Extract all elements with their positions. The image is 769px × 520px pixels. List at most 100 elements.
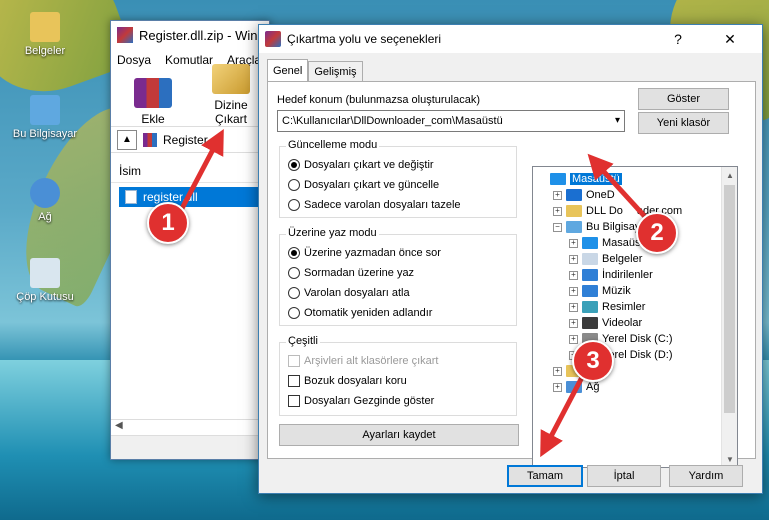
new-folder-button[interactable]: Yeni klasör xyxy=(638,112,729,134)
save-settings-button[interactable]: Ayarları kaydet xyxy=(279,424,519,446)
expand-icon[interactable]: + xyxy=(553,190,562,200)
extract-to-button-label: Dizine Çıkart xyxy=(214,98,248,126)
column-header-name[interactable]: İsim xyxy=(111,159,269,183)
checkbox-icon xyxy=(288,375,300,387)
folder-icon xyxy=(566,381,582,393)
collapse-icon[interactable]: − xyxy=(553,222,562,232)
cancel-button[interactable]: İptal xyxy=(587,465,661,487)
desktop-icon-label: Belgeler xyxy=(24,45,66,57)
destination-path-combo[interactable]: C:\Kullanıcılar\DllDownloader_com\Masaüs… xyxy=(277,110,625,132)
expand-icon[interactable]: + xyxy=(569,302,578,312)
expand-icon[interactable]: + xyxy=(569,254,578,264)
update-option-refresh-existing[interactable]: Sadece varolan dosyaları tazele xyxy=(288,197,461,213)
update-mode-group: Güncelleme modu Dosyaları çıkart ve deği… xyxy=(279,139,517,218)
update-option-extract-update[interactable]: Dosyaları çıkart ve güncelle xyxy=(288,177,439,193)
tree-node[interactable]: + İndirilenler xyxy=(569,267,653,283)
scrollbar-thumb[interactable] xyxy=(724,185,735,413)
overwrite-mode-title: Üzerine yaz modu xyxy=(286,227,379,239)
archive-path[interactable]: Register.dll xyxy=(163,133,222,147)
overwrite-option-ask[interactable]: Üzerine yazmadan önce sor xyxy=(288,245,441,261)
option-label: Dosyaları çıkart ve güncelle xyxy=(304,179,440,191)
show-in-explorer-checkbox[interactable]: Dosyaları Gezginde göster xyxy=(288,393,434,409)
tree-node[interactable]: Masaüstü xyxy=(537,171,622,187)
help-title-button[interactable]: ? xyxy=(658,25,698,53)
tab-general[interactable]: Genel xyxy=(267,59,309,81)
tree-node-label: Resimler xyxy=(602,301,646,313)
tab-advanced[interactable]: Gelişmiş xyxy=(308,61,363,81)
column-header-label: İsim xyxy=(119,163,141,178)
menu-dosya[interactable]: Dosya xyxy=(117,53,151,67)
help-button[interactable]: Yardım xyxy=(669,465,743,487)
expand-icon[interactable]: + xyxy=(569,318,578,328)
tree-node-label: İndirilenler xyxy=(602,269,653,281)
folder-icon xyxy=(566,189,582,201)
radio-selected-icon xyxy=(288,159,300,171)
expand-icon[interactable]: + xyxy=(553,382,562,392)
folder-tree[interactable]: ▲ ▼ Masaüstü + OneD + DLL Do ader.com − Bu Bilg… xyxy=(532,166,738,468)
tree-node-label: Masaüstü xyxy=(570,173,622,185)
winrar-titlebar[interactable]: Register.dll.zip - Win xyxy=(111,21,269,49)
up-folder-button[interactable]: ▲ xyxy=(117,129,137,150)
tree-node[interactable]: + Resimler xyxy=(569,299,645,315)
horizontal-scrollbar[interactable]: ◀ xyxy=(111,419,269,435)
expand-icon[interactable]: + xyxy=(569,270,578,280)
update-mode-title: Güncelleme modu xyxy=(286,139,380,151)
annotation-badge-3: 3 xyxy=(572,340,614,382)
ok-button[interactable]: Tamam xyxy=(507,465,583,487)
show-button[interactable]: Göster xyxy=(638,88,729,110)
add-button[interactable]: Ekle xyxy=(123,78,183,126)
add-button-label: Ekle xyxy=(141,112,165,126)
general-tab-panel: Hedef konum (bulunmazsa oluşturulacak) C… xyxy=(267,81,756,468)
tree-node[interactable]: + Videolar xyxy=(569,315,642,331)
desktop-icon-documents[interactable]: Belgeler xyxy=(10,12,80,57)
radio-icon xyxy=(288,307,300,319)
close-button[interactable]: ✕ xyxy=(710,25,750,53)
option-label: Varolan dosyaları atla xyxy=(304,287,410,299)
expand-icon[interactable]: + xyxy=(569,334,578,344)
archive-icon xyxy=(143,132,157,147)
desktop-icon-recycle-bin[interactable]: Çöp Kutusu xyxy=(10,258,80,303)
expand-icon[interactable]: + xyxy=(553,206,562,216)
destination-path-value: C:\Kullanıcılar\DllDownloader_com\Masaüs… xyxy=(282,115,503,127)
update-option-extract-replace[interactable]: Dosyaları çıkart ve değiştir xyxy=(288,157,434,173)
desktop-icon-label: Çöp Kutusu xyxy=(16,291,74,303)
dialog-title: Çıkartma yolu ve seçenekleri xyxy=(287,32,442,46)
overwrite-mode-group: Üzerine yaz modu Üzerine yazmadan önce s… xyxy=(279,227,517,326)
tree-node[interactable]: + OneD xyxy=(553,187,615,203)
scroll-up-icon[interactable]: ▲ xyxy=(722,167,737,183)
extract-to-subfolders-checkbox: Arşivleri alt klasörlere çıkart xyxy=(288,353,438,369)
folder-icon xyxy=(566,205,582,217)
dialog-titlebar[interactable]: Çıkartma yolu ve seçenekleri ? ✕ xyxy=(259,25,762,53)
file-row[interactable]: register.dll xyxy=(119,187,269,207)
folder-icon xyxy=(566,221,582,233)
tree-vertical-scrollbar[interactable]: ▲ ▼ xyxy=(721,167,737,467)
expand-icon[interactable]: + xyxy=(553,366,562,376)
keep-broken-files-checkbox[interactable]: Bozuk dosyaları koru xyxy=(288,373,407,389)
extract-to-button[interactable]: Dizine Çıkart xyxy=(201,64,261,126)
tree-node[interactable]: + Belgeler xyxy=(569,251,642,267)
winrar-title: Register.dll.zip - Win xyxy=(139,27,258,43)
folder-icon xyxy=(582,269,598,281)
overwrite-option-rename[interactable]: Otomatik yeniden adlandır xyxy=(288,305,432,321)
desktop-icon-network[interactable]: Ağ xyxy=(10,178,80,223)
expand-icon[interactable]: + xyxy=(569,238,578,248)
expand-icon[interactable]: + xyxy=(569,286,578,296)
tree-node-label: Ağ xyxy=(586,381,600,393)
desktop-icon-this-pc[interactable]: Bu Bilgisayar xyxy=(10,95,80,140)
winrar-statusbar xyxy=(111,435,269,459)
folder-icon xyxy=(582,237,598,249)
tree-node[interactable]: + Müzik xyxy=(569,283,631,299)
option-label: Üzerine yazmadan önce sor xyxy=(304,247,441,259)
overwrite-option-no-prompt[interactable]: Sormadan üzerine yaz xyxy=(288,265,414,281)
tree-node-label: DLL Do xyxy=(586,205,623,217)
overwrite-option-skip[interactable]: Varolan dosyaları atla xyxy=(288,285,410,301)
folder-icon xyxy=(582,253,598,265)
tree-node[interactable]: − Bu Bilgisaya xyxy=(553,219,647,235)
folder-icon xyxy=(582,301,598,313)
option-label: Sormadan üzerine yaz xyxy=(304,267,415,279)
extract-dialog: Çıkartma yolu ve seçenekleri ? ✕ Genel G… xyxy=(258,24,763,494)
folder-icon xyxy=(550,173,566,185)
chevron-down-icon[interactable]: ▾ xyxy=(615,115,620,126)
option-label: Arşivleri alt klasörlere çıkart xyxy=(304,355,439,367)
tree-node-label: Belgeler xyxy=(602,253,643,265)
